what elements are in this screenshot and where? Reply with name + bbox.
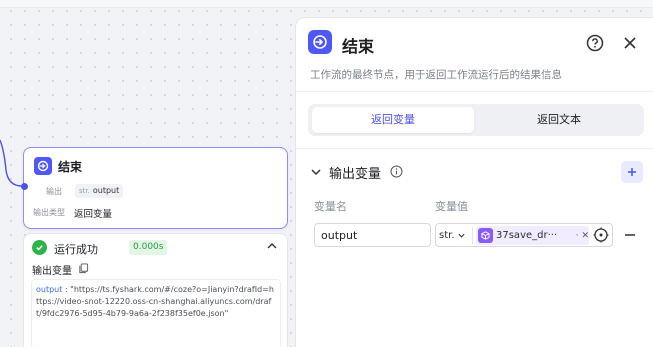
add-variable-button[interactable] (621, 161, 643, 183)
type-select[interactable]: str. (439, 227, 475, 244)
output-value: : "https://ts.fyshark.com/#/coze?o=Jiany… (36, 285, 274, 318)
output-vars-title: 输出变量 (32, 266, 72, 277)
variable-reference-chip[interactable]: 37save_dr··· · ✕ (476, 226, 589, 245)
output-mode-value: 返回变量 (74, 209, 113, 220)
reference-suffix: · (575, 230, 579, 241)
variable-name-input[interactable] (314, 223, 431, 247)
run-result-card: 运行成功 0.000s 输出变量 output : "https://ts.fy… (23, 233, 288, 347)
canvas-top-bar (0, 0, 653, 8)
divider (296, 148, 653, 149)
input-handle[interactable] (21, 183, 28, 190)
node-output-chip: str. output (75, 184, 124, 198)
divider (296, 91, 653, 92)
help-icon[interactable] (586, 34, 604, 52)
tab-return-variable[interactable]: 返回变量 (312, 107, 474, 133)
output-section-title: 输出变量 (329, 167, 382, 182)
node-title: 结束 (58, 160, 83, 174)
target-icon[interactable] (593, 227, 609, 243)
type-select-label: str. (439, 230, 455, 241)
end-node-icon (34, 157, 52, 175)
output-name: output (92, 186, 120, 195)
output-key: output (36, 285, 63, 294)
node-settings-panel: 结束 工作流的最终节点，用于返回工作流运行后的结果信息 返回变量 返回文本 输出… (295, 17, 653, 347)
chevron-down-icon (457, 233, 465, 238)
type-label: str. (79, 187, 90, 195)
node-output-label: 输出 (46, 187, 62, 196)
variable-value-field[interactable]: str. 37save_dr··· · ✕ (435, 223, 613, 247)
end-node-icon (308, 30, 332, 54)
clear-reference-icon[interactable]: ✕ (581, 231, 589, 241)
output-json-box: output : "https://ts.fyshark.com/#/coze?… (31, 279, 281, 347)
copy-icon[interactable] (78, 263, 89, 274)
column-header-value: 变量值 (435, 200, 468, 213)
divider (472, 227, 473, 244)
return-mode-tabs: 返回变量 返回文本 (308, 104, 644, 136)
chevron-up-icon[interactable] (265, 239, 279, 253)
info-icon[interactable] (390, 165, 403, 178)
run-duration-badge: 0.000s (129, 240, 168, 255)
close-icon[interactable] (622, 35, 638, 51)
minus-icon[interactable] (623, 228, 637, 242)
plus-icon (628, 168, 636, 176)
tab-return-text[interactable]: 返回文本 (478, 107, 640, 133)
panel-title: 结束 (342, 37, 375, 56)
output-mode-label: 输出类型 (33, 208, 65, 217)
cube-icon (478, 228, 493, 243)
panel-description: 工作流的最终节点，用于返回工作流运行后的结果信息 (310, 69, 562, 81)
run-status: 运行成功 (54, 243, 98, 256)
reference-text: 37save_dr··· (496, 230, 558, 241)
end-node-card[interactable]: 结束 输出 str. output 输出类型 返回变量 (21, 147, 288, 229)
column-header-name: 变量名 (314, 200, 347, 213)
chevron-down-icon[interactable] (310, 166, 322, 178)
check-circle-icon (32, 240, 47, 255)
